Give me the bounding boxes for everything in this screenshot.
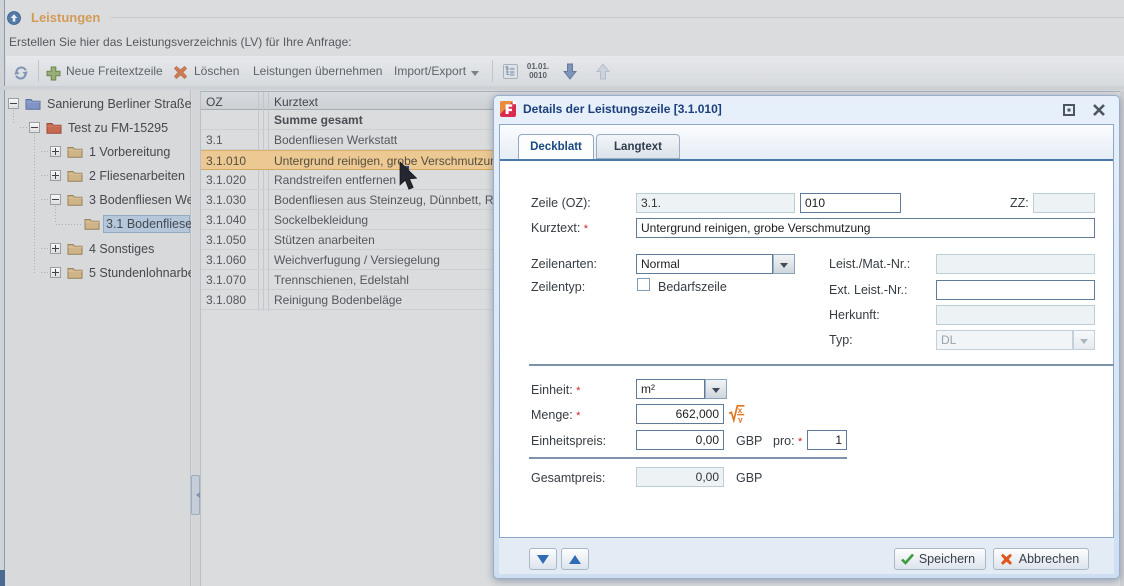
- svg-text:y: y: [738, 415, 743, 423]
- svg-text:x: x: [738, 405, 743, 415]
